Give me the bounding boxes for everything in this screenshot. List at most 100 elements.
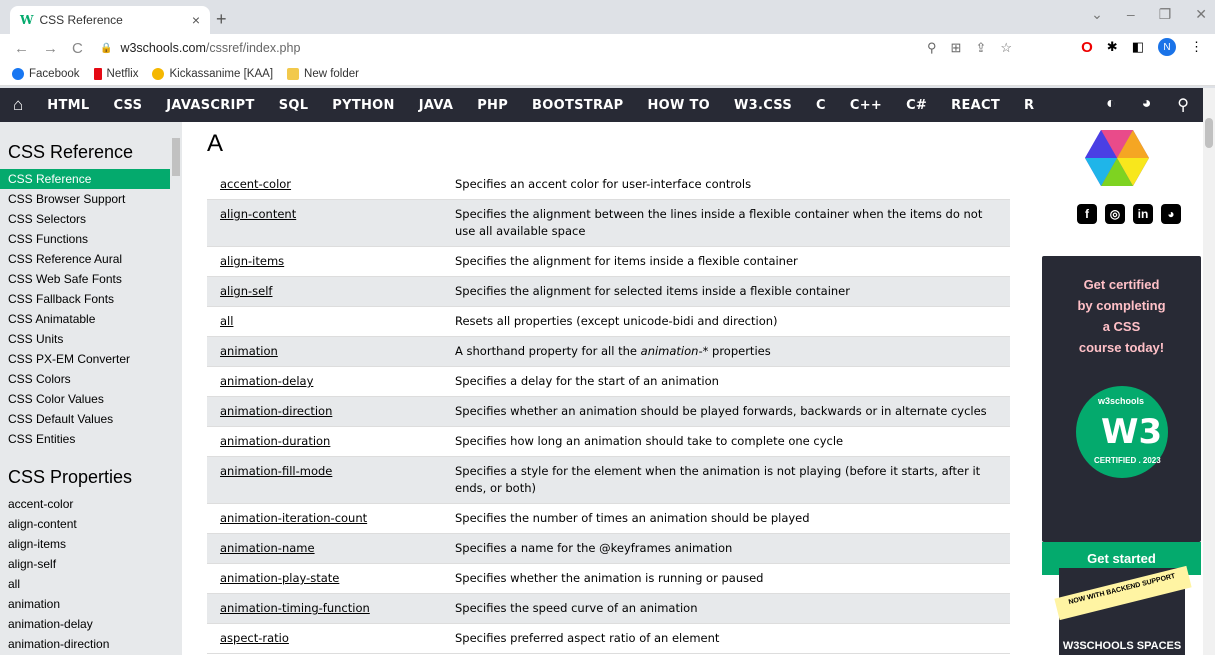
certification-ad[interactable]: Get certified by completing a CSS course… bbox=[1042, 256, 1201, 542]
sidebar-scrollbar[interactable] bbox=[170, 122, 182, 655]
dark-mode-icon[interactable]: ◐ bbox=[1106, 95, 1116, 115]
tab-search-icon[interactable]: ⌄ bbox=[1091, 6, 1103, 23]
nav-c[interactable]: C bbox=[804, 98, 838, 113]
discord-icon[interactable]: ◕ bbox=[1161, 204, 1181, 224]
minimize-icon[interactable]: – bbox=[1127, 6, 1135, 23]
table-row: animation A shorthand property for all th… bbox=[207, 336, 1010, 367]
side-panel-icon[interactable]: ◧ bbox=[1132, 39, 1144, 55]
sidebar-item-aural[interactable]: CSS Reference Aural bbox=[0, 249, 170, 269]
forward-icon[interactable]: → bbox=[43, 40, 58, 57]
sidebar-scrollbar-thumb[interactable] bbox=[172, 138, 180, 176]
sidebar-prop-item[interactable]: align-content bbox=[0, 514, 170, 534]
sidebar-item-entities[interactable]: CSS Entities bbox=[0, 429, 170, 449]
address-bar[interactable]: 🔒 w3schools.com/cssref/index.php ⚲ ⊞ ⇪ ☆ bbox=[92, 37, 1012, 59]
color-hexagon-logo-icon[interactable] bbox=[1085, 130, 1149, 186]
spaces-ad[interactable]: NOW WITH BACKEND SUPPORT W3SCHOOLS SPACE… bbox=[1054, 565, 1192, 655]
browser-menu-icon[interactable]: ⋮ bbox=[1190, 39, 1203, 55]
nav-sql[interactable]: SQL bbox=[267, 98, 321, 113]
table-row: animation-direction Specifies whether an … bbox=[207, 396, 1010, 427]
sidebar-item-css-reference[interactable]: CSS Reference bbox=[0, 169, 170, 189]
property-link[interactable]: align-content bbox=[207, 199, 442, 247]
nav-csharp[interactable]: C# bbox=[894, 98, 939, 113]
property-link[interactable]: animation bbox=[207, 336, 442, 367]
sidebar-item-units[interactable]: CSS Units bbox=[0, 329, 170, 349]
nav-react[interactable]: REACT bbox=[939, 98, 1012, 113]
lock-icon[interactable]: 🔒 bbox=[100, 43, 112, 54]
sidebar-item-color-values[interactable]: CSS Color Values bbox=[0, 389, 170, 409]
property-link[interactable]: animation-timing-function bbox=[207, 593, 442, 624]
extensions-puzzle-icon[interactable]: ✱ bbox=[1107, 39, 1118, 55]
property-link[interactable]: aspect-ratio bbox=[207, 623, 442, 654]
close-window-icon[interactable]: ✕ bbox=[1195, 6, 1207, 23]
sidebar-item-default-values[interactable]: CSS Default Values bbox=[0, 409, 170, 429]
nav-howto[interactable]: HOW TO bbox=[635, 98, 722, 113]
page-scrollbar-thumb[interactable] bbox=[1205, 118, 1213, 148]
property-link[interactable]: animation-iteration-count bbox=[207, 503, 442, 534]
sidebar-prop-item[interactable]: animation bbox=[0, 594, 170, 614]
sidebar-item-animatable[interactable]: CSS Animatable bbox=[0, 309, 170, 329]
nav-bootstrap[interactable]: BOOTSTRAP bbox=[520, 98, 635, 113]
sidebar-prop-item[interactable]: animation-direction bbox=[0, 634, 170, 654]
sidebar-item-web-safe-fonts[interactable]: CSS Web Safe Fonts bbox=[0, 269, 170, 289]
page-scrollbar[interactable] bbox=[1203, 88, 1215, 655]
sidebar-prop-item[interactable]: accent-color bbox=[0, 494, 170, 514]
property-link[interactable]: animation-direction bbox=[207, 396, 442, 427]
property-link[interactable]: animation-play-state bbox=[207, 563, 442, 594]
nav-javascript[interactable]: JAVASCRIPT bbox=[154, 98, 266, 113]
property-description: Specifies a name for the @keyframes anim… bbox=[442, 533, 1010, 564]
nav-python[interactable]: PYTHON bbox=[320, 98, 406, 113]
url-text[interactable]: w3schools.com/cssref/index.php bbox=[120, 41, 300, 55]
sidebar-prop-item[interactable]: align-items bbox=[0, 534, 170, 554]
globe-icon[interactable]: ◕ bbox=[1142, 95, 1152, 115]
bookmark-star-icon[interactable]: ☆ bbox=[1000, 40, 1012, 56]
property-link[interactable]: animation-duration bbox=[207, 426, 442, 457]
nav-java[interactable]: JAVA bbox=[407, 98, 465, 113]
property-link[interactable]: accent-color bbox=[207, 170, 442, 200]
sidebar-item-px-em-converter[interactable]: CSS PX-EM Converter bbox=[0, 349, 170, 369]
bookmark-netflix[interactable]: Netflix bbox=[93, 67, 138, 80]
nav-css[interactable]: CSS bbox=[101, 98, 154, 113]
sidebar-prop-item[interactable]: animation-delay bbox=[0, 614, 170, 634]
translate-icon[interactable]: ⊞ bbox=[951, 40, 962, 56]
property-link[interactable]: align-items bbox=[207, 246, 442, 277]
linkedin-icon[interactable]: in bbox=[1133, 204, 1153, 224]
property-link[interactable]: align-self bbox=[207, 276, 442, 307]
bookmark-facebook[interactable]: Facebook bbox=[12, 67, 80, 80]
nav-cpp[interactable]: C++ bbox=[838, 98, 894, 113]
sidebar-prop-item[interactable]: align-self bbox=[0, 554, 170, 574]
new-tab-icon[interactable]: + bbox=[216, 9, 227, 30]
browser-tab[interactable]: W CSS Reference × bbox=[10, 6, 210, 34]
nav-html[interactable]: HTML bbox=[35, 98, 101, 113]
sidebar-item-colors[interactable]: CSS Colors bbox=[0, 369, 170, 389]
property-link[interactable]: animation-name bbox=[207, 533, 442, 564]
nav-php[interactable]: PHP bbox=[465, 98, 520, 113]
back-icon[interactable]: ← bbox=[14, 40, 29, 57]
share-icon[interactable]: ⇪ bbox=[975, 40, 986, 56]
opera-extension-icon[interactable]: O bbox=[1081, 39, 1093, 56]
property-link[interactable]: animation-fill-mode bbox=[207, 456, 442, 504]
kickassanime-icon bbox=[152, 67, 165, 80]
sidebar-prop-item[interactable]: all bbox=[0, 574, 170, 594]
sidebar-item-functions[interactable]: CSS Functions bbox=[0, 229, 170, 249]
close-tab-icon[interactable]: × bbox=[192, 12, 200, 28]
bookmark-kickassanime[interactable]: Kickassanime [KAA] bbox=[152, 67, 273, 80]
sidebar-item-browser-support[interactable]: CSS Browser Support bbox=[0, 189, 170, 209]
social-links: f ◎ in ◕ bbox=[1077, 204, 1181, 224]
instagram-icon[interactable]: ◎ bbox=[1105, 204, 1125, 224]
search-icon[interactable]: ⚲ bbox=[927, 40, 937, 56]
home-icon[interactable]: ⌂ bbox=[13, 95, 23, 115]
browser-toolbar: ← → C 🔒 w3schools.com/cssref/index.php ⚲… bbox=[0, 34, 1215, 62]
nav-r[interactable]: R bbox=[1012, 98, 1046, 113]
nav-w3css[interactable]: W3.CSS bbox=[722, 98, 804, 113]
sidebar-item-fallback-fonts[interactable]: CSS Fallback Fonts bbox=[0, 289, 170, 309]
property-link[interactable]: all bbox=[207, 306, 442, 337]
reload-icon[interactable]: C bbox=[72, 40, 83, 57]
search-icon[interactable]: ⚲ bbox=[1177, 95, 1189, 115]
bookmark-new-folder[interactable]: New folder bbox=[287, 67, 359, 80]
facebook-icon[interactable]: f bbox=[1077, 204, 1097, 224]
property-link[interactable]: animation-delay bbox=[207, 366, 442, 397]
cert-ad-text: Get certified by completing a CSS course… bbox=[1077, 277, 1166, 355]
restore-icon[interactable]: ❐ bbox=[1159, 6, 1172, 23]
sidebar-item-selectors[interactable]: CSS Selectors bbox=[0, 209, 170, 229]
profile-avatar[interactable]: N bbox=[1158, 38, 1176, 56]
